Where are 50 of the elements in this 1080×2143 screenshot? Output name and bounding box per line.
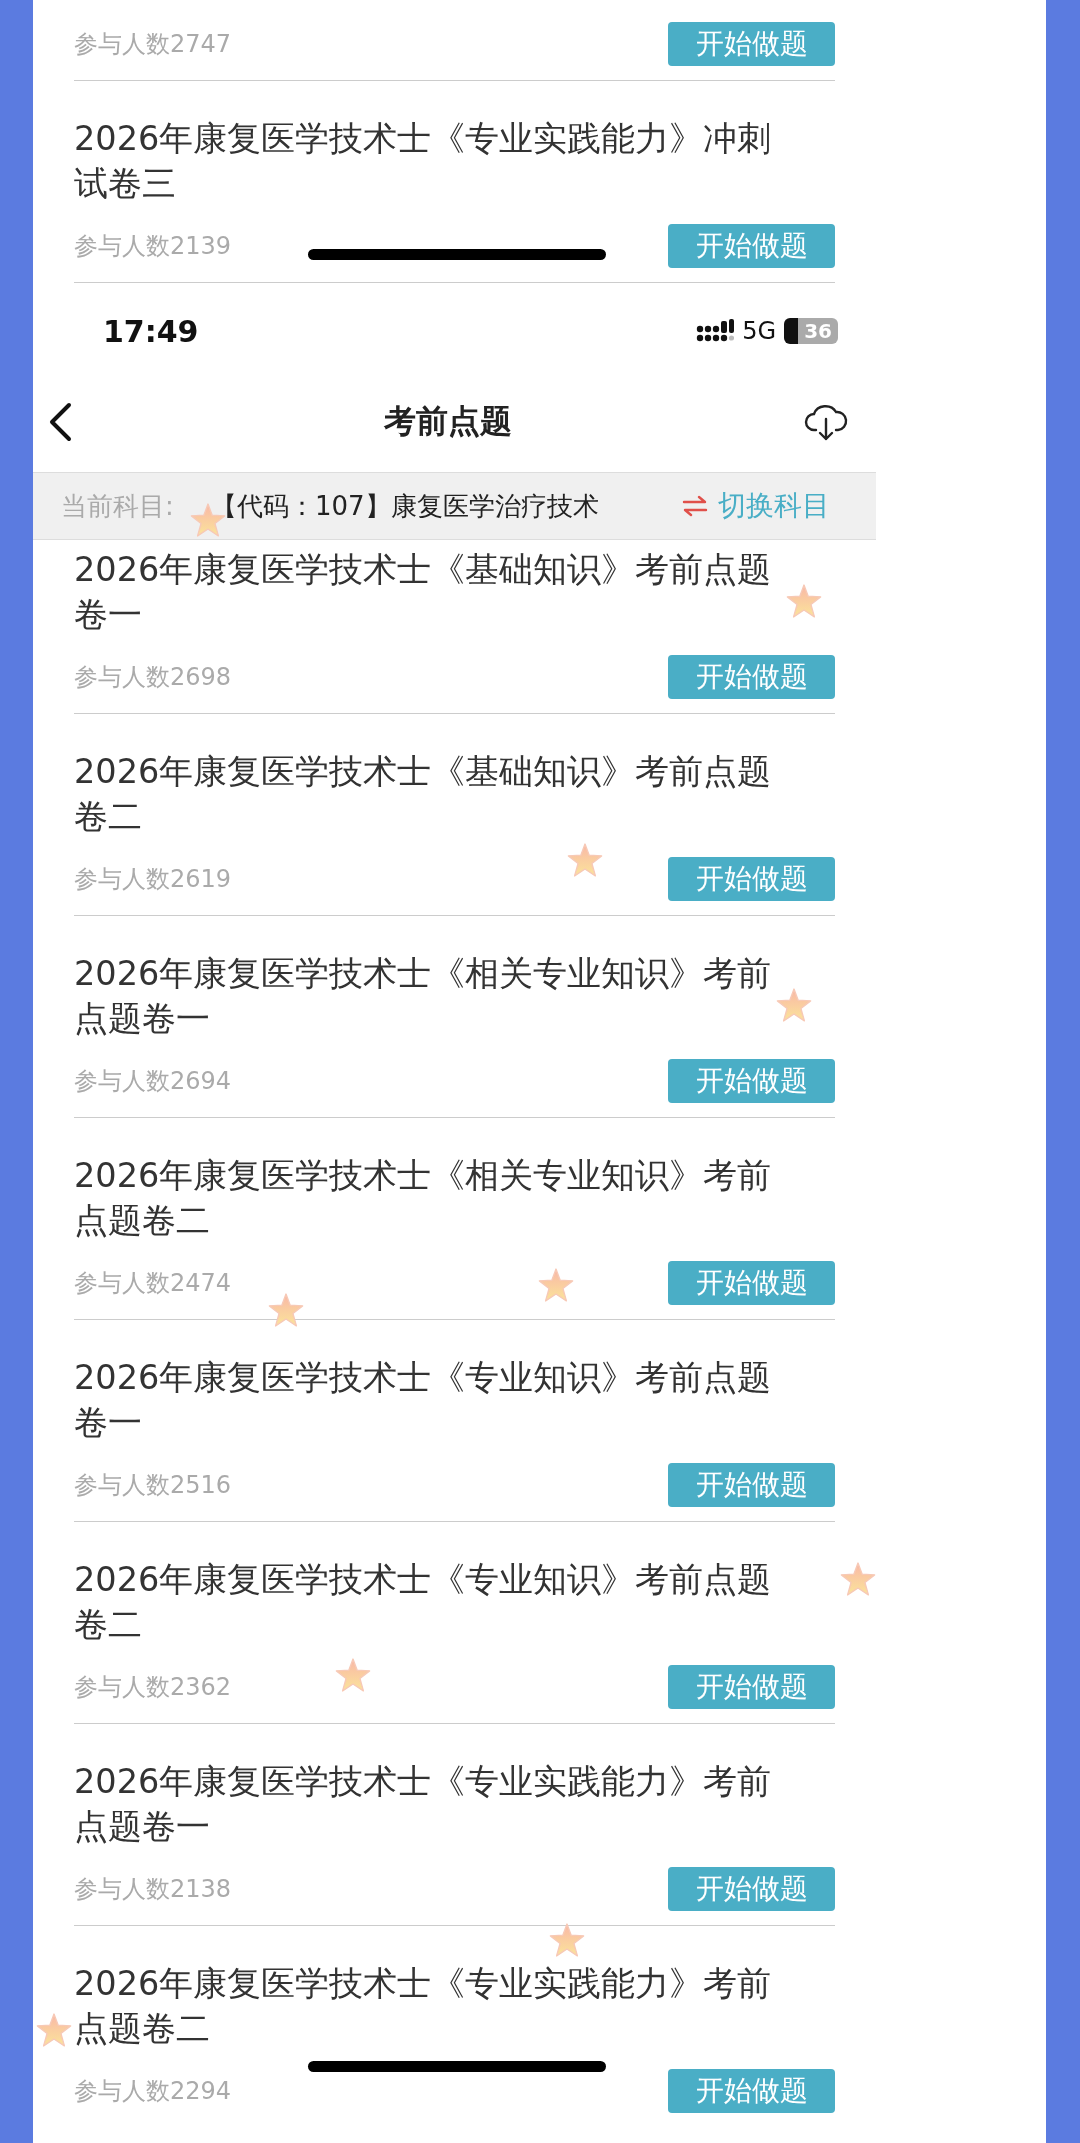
status-time: 17:49: [103, 313, 199, 349]
star-sticker-icon: [268, 1292, 304, 1328]
start-button[interactable]: 开始做题: [668, 1867, 835, 1911]
start-button[interactable]: 开始做题: [668, 857, 835, 901]
star-sticker-icon: [190, 502, 226, 538]
exam-title: 2026年康复医学技术士《专业实践能力》冲刺试卷三: [74, 118, 773, 205]
participant-count: 参与人数2294: [74, 2076, 232, 2107]
exam-title: 2026年康复医学技术士《基础知识》考前点题卷一: [74, 549, 773, 636]
exam-title: 2026年康复医学技术士《专业知识》考前点题卷二: [74, 1559, 773, 1646]
participant-count: 参与人数2474: [74, 1268, 232, 1299]
participant-count: 参与人数2138: [74, 1874, 232, 1905]
network-label: 5G: [742, 317, 777, 345]
participant-count: 参与人数2516: [74, 1470, 232, 1501]
start-button[interactable]: 开始做题: [668, 1665, 835, 1709]
page-title: 考前点题: [383, 401, 512, 442]
star-sticker-icon: [567, 842, 603, 878]
exam-title: 2026年康复医学技术士《专业实践能力》考前点题卷一: [74, 1761, 773, 1848]
star-sticker-icon: [840, 1561, 876, 1597]
back-icon[interactable]: [47, 402, 73, 442]
start-button[interactable]: 开始做题: [668, 1059, 835, 1103]
star-sticker-icon: [549, 1922, 585, 1958]
star-sticker-icon: [776, 987, 812, 1023]
participant-count: 参与人数2139: [74, 231, 232, 262]
switch-subject-button[interactable]: 切换科目: [682, 487, 830, 525]
start-button[interactable]: 开始做题: [668, 1261, 835, 1305]
exam-title: 2026年康复医学技术士《相关专业知识》考前点题卷一: [74, 953, 773, 1040]
exam-title: 2026年康复医学技术士《相关专业知识》考前点题卷二: [74, 1155, 773, 1242]
swap-icon: [682, 495, 708, 517]
exam-title: 2026年康复医学技术士《专业知识》考前点题卷一: [74, 1357, 773, 1444]
start-button[interactable]: 开始做题: [668, 2069, 835, 2113]
star-sticker-icon: [538, 1267, 574, 1303]
start-button[interactable]: 开始做题: [668, 22, 835, 66]
battery-indicator: 36: [784, 318, 838, 344]
participant-count: 参与人数2747: [74, 29, 232, 60]
exam-title: 2026年康复医学技术士《基础知识》考前点题卷二: [74, 751, 773, 838]
participant-count: 参与人数2619: [74, 864, 232, 895]
start-button[interactable]: 开始做题: [668, 655, 835, 699]
participant-count: 参与人数2694: [74, 1066, 232, 1097]
exam-title: 2026年康复医学技术士《专业实践能力》考前点题卷二: [74, 1963, 773, 2050]
participant-count: 参与人数2362: [74, 1672, 232, 1703]
start-button[interactable]: 开始做题: [668, 224, 835, 268]
star-sticker-icon: [786, 583, 822, 619]
subject-label: 当前科目:: [61, 489, 175, 523]
cloud-download-icon[interactable]: [804, 402, 848, 442]
subject-name: 【代码：107】康复医学治疗技术: [211, 489, 599, 523]
star-sticker-icon: [36, 2012, 72, 2048]
signal-icon: [696, 319, 735, 343]
participant-count: 参与人数2698: [74, 662, 232, 693]
start-button[interactable]: 开始做题: [668, 1463, 835, 1507]
star-sticker-icon: [335, 1657, 371, 1693]
